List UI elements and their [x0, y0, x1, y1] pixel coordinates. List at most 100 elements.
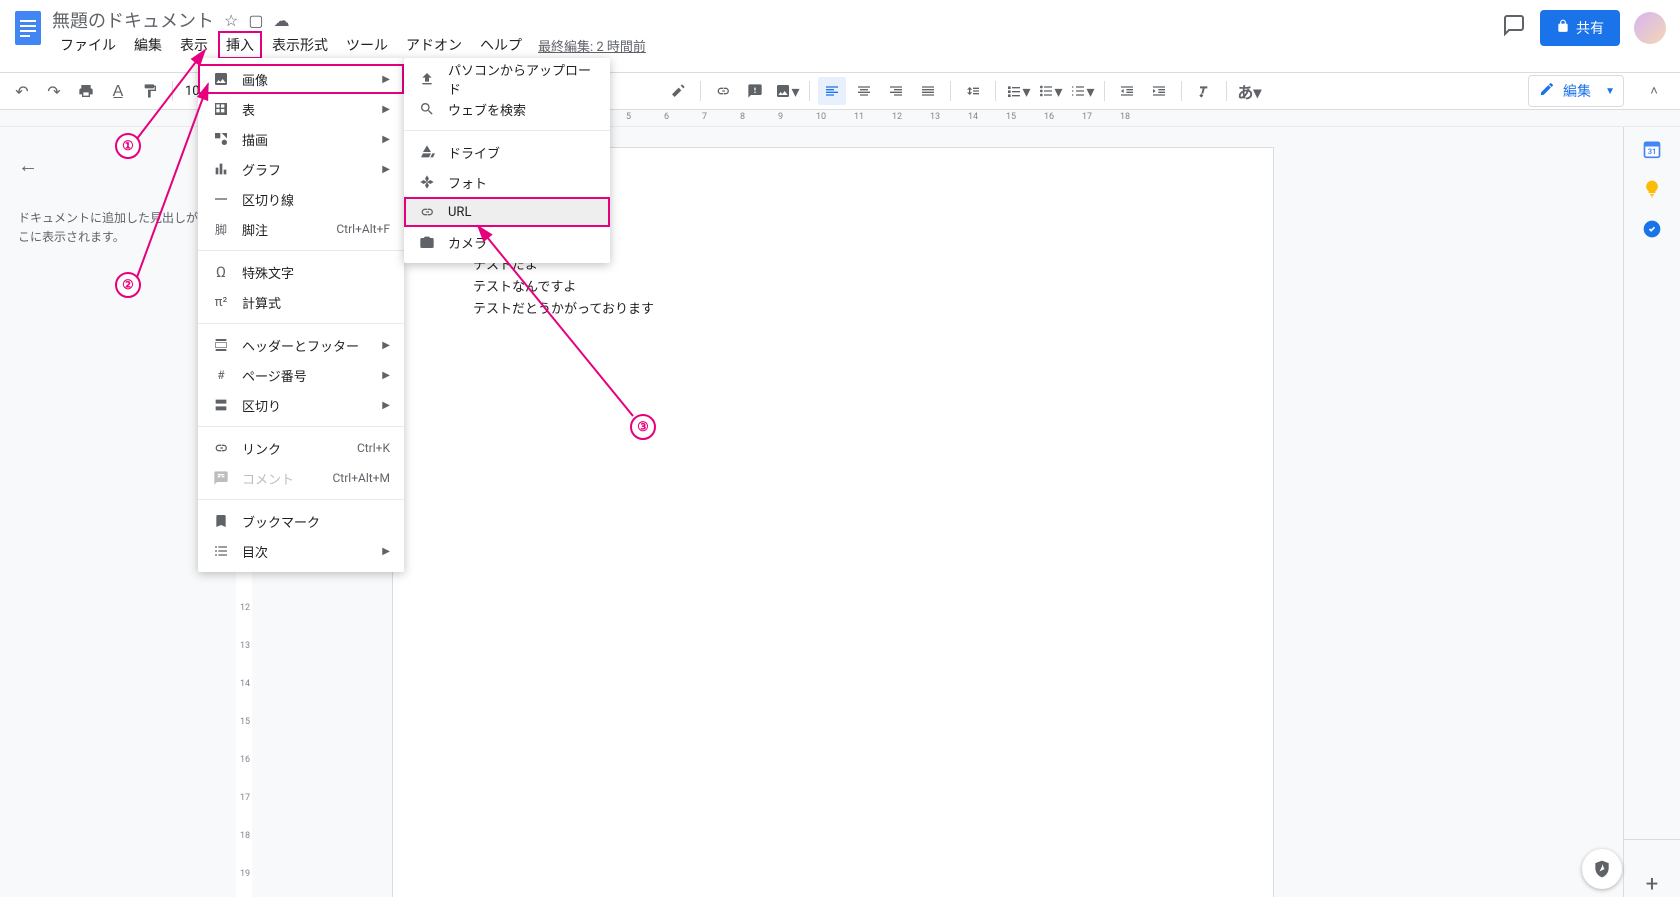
- menu-insert[interactable]: 挿入: [218, 31, 262, 59]
- insert-item-table[interactable]: 表▶: [198, 94, 404, 124]
- chevron-right-icon: ▶: [382, 134, 390, 145]
- insert-item-pagenum[interactable]: #ページ番号▶: [198, 360, 404, 390]
- menu-label: URL: [448, 205, 596, 220]
- star-icon[interactable]: ☆: [224, 11, 238, 30]
- shortcut: Ctrl+Alt+M: [333, 471, 391, 485]
- image-item-upload[interactable]: パソコンからアップロード: [404, 64, 610, 94]
- outline-back-icon[interactable]: ←: [18, 149, 218, 181]
- insert-item-toc[interactable]: 目次 ▶: [198, 536, 404, 566]
- svg-text:31: 31: [1648, 147, 1657, 156]
- image-item-link[interactable]: URL: [404, 197, 610, 227]
- bookmark-icon: [212, 513, 230, 529]
- menu-label: ブックマーク: [242, 512, 390, 531]
- menu-edit[interactable]: 編集: [126, 31, 170, 59]
- align-justify-button[interactable]: [914, 77, 942, 105]
- clear-formatting-button[interactable]: [1190, 77, 1218, 105]
- doc-title[interactable]: 無題のドキュメント: [52, 7, 214, 33]
- menu-label: ページ番号: [242, 366, 370, 385]
- menu-addons[interactable]: アドオン: [398, 31, 470, 59]
- insert-item-drawing[interactable]: 描画 ▶: [198, 124, 404, 154]
- highlight-color-button[interactable]: [664, 77, 692, 105]
- menu-help[interactable]: ヘルプ: [472, 31, 530, 59]
- menu-view[interactable]: 表示: [172, 31, 216, 59]
- align-left-button[interactable]: [818, 77, 846, 105]
- lock-icon: [1556, 19, 1570, 37]
- line-spacing-button[interactable]: [959, 77, 987, 105]
- chevron-down-icon: ▼: [1605, 86, 1615, 97]
- bulleted-list-button[interactable]: ▾: [1036, 77, 1064, 105]
- menu-label: 計算式: [242, 293, 390, 312]
- menu-file[interactable]: ファイル: [52, 31, 124, 59]
- chevron-right-icon: ▶: [382, 546, 390, 557]
- hide-menus-button[interactable]: ˄: [1636, 73, 1672, 109]
- keep-icon[interactable]: [1642, 179, 1662, 199]
- insert-item-omega[interactable]: Ω特殊文字: [198, 257, 404, 287]
- drawing-icon: [212, 131, 230, 147]
- break-icon: [212, 397, 230, 413]
- chevron-right-icon: ▶: [382, 370, 390, 381]
- move-icon[interactable]: ▢: [248, 11, 263, 30]
- docs-logo[interactable]: [8, 8, 48, 48]
- insert-image-button[interactable]: ▾: [773, 77, 801, 105]
- last-edit[interactable]: 最終編集: 2 時間前: [538, 36, 646, 55]
- comments-icon[interactable]: [1502, 13, 1526, 43]
- link-icon: [212, 440, 230, 456]
- redo-button[interactable]: ↷: [40, 77, 68, 105]
- photos-icon: [418, 174, 436, 190]
- menu-format[interactable]: 表示形式: [264, 31, 336, 59]
- insert-item-footnote[interactable]: 脚脚注Ctrl+Alt+F: [198, 214, 404, 244]
- menu-label: コメント: [242, 469, 321, 488]
- checklist-button[interactable]: ▾: [1004, 77, 1032, 105]
- insert-comment-button[interactable]: [741, 77, 769, 105]
- image-item-camera[interactable]: カメラ: [404, 227, 610, 257]
- insert-item-image[interactable]: 画像▶: [198, 64, 404, 94]
- menu-label: グラフ: [242, 160, 370, 179]
- tasks-icon[interactable]: [1642, 219, 1662, 239]
- share-button[interactable]: 共有: [1540, 10, 1620, 46]
- menu-label: ヘッダーとフッター: [242, 336, 370, 355]
- image-item-photos[interactable]: フォト: [404, 167, 610, 197]
- spellcheck-button[interactable]: A̲: [104, 77, 132, 105]
- menu-label: 目次: [242, 542, 370, 561]
- footnote-icon: 脚: [212, 221, 230, 238]
- calendar-icon[interactable]: 31: [1642, 139, 1662, 159]
- menubar: ファイル 編集 表示 挿入 表示形式 ツール アドオン ヘルプ 最終編集: 2 …: [52, 33, 646, 57]
- image-item-search[interactable]: ウェブを検索: [404, 94, 610, 124]
- doc-line: テストなんですよ: [473, 280, 576, 295]
- insert-item-break[interactable]: 区切り ▶: [198, 390, 404, 420]
- indent-decrease-button[interactable]: [1113, 77, 1141, 105]
- menu-label: リンク: [242, 439, 345, 458]
- toc-icon: [212, 543, 230, 559]
- chart-icon: [212, 161, 230, 177]
- menu-label: カメラ: [448, 233, 596, 252]
- insert-item-bookmark[interactable]: ブックマーク: [198, 506, 404, 536]
- explore-button[interactable]: [1582, 849, 1622, 889]
- insert-item-hf[interactable]: ヘッダーとフッター▶: [198, 330, 404, 360]
- paint-format-button[interactable]: [136, 77, 164, 105]
- pencil-icon: [1539, 81, 1555, 101]
- add-addon-icon[interactable]: +: [1642, 874, 1662, 894]
- align-center-button[interactable]: [850, 77, 878, 105]
- insert-item-hr[interactable]: 区切り線: [198, 184, 404, 214]
- table-icon: [212, 101, 230, 117]
- mode-selector[interactable]: 編集 ▼: [1528, 75, 1624, 107]
- input-tools-button[interactable]: あ▾: [1235, 77, 1263, 105]
- numbered-list-button[interactable]: ▾: [1068, 77, 1096, 105]
- insert-link-button[interactable]: [709, 77, 737, 105]
- undo-button[interactable]: ↶: [8, 77, 36, 105]
- menu-label: 区切り: [242, 396, 370, 415]
- menu-label: 描画: [242, 130, 370, 149]
- link-icon: [418, 204, 436, 220]
- insert-item-chart[interactable]: グラフ▶: [198, 154, 404, 184]
- indent-increase-button[interactable]: [1145, 77, 1173, 105]
- chevron-right-icon: ▶: [382, 400, 390, 411]
- menu-tools[interactable]: ツール: [338, 31, 396, 59]
- cloud-icon[interactable]: ☁: [273, 11, 289, 30]
- insert-item-pi[interactable]: π²計算式: [198, 287, 404, 317]
- avatar[interactable]: [1634, 12, 1666, 44]
- print-button[interactable]: [72, 77, 100, 105]
- menu-label: 特殊文字: [242, 263, 390, 282]
- align-right-button[interactable]: [882, 77, 910, 105]
- insert-item-link[interactable]: リンクCtrl+K: [198, 433, 404, 463]
- image-item-drive[interactable]: ドライブ: [404, 137, 610, 167]
